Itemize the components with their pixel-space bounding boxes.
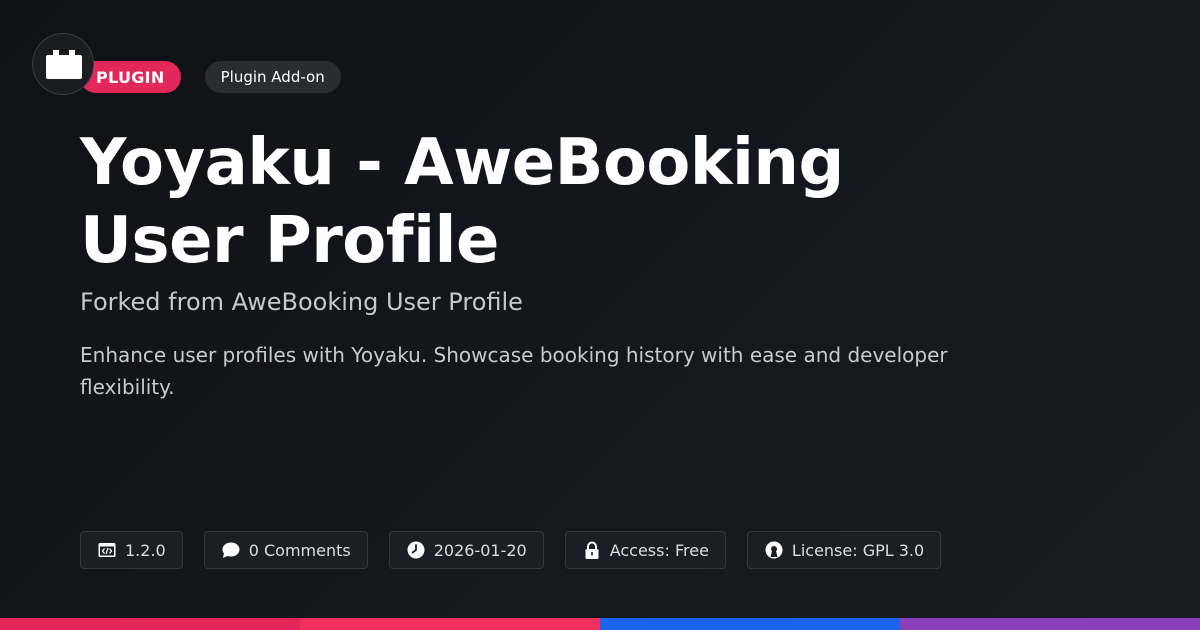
- badge-row: PLUGIN Plugin Add-on: [80, 61, 341, 93]
- accent-bar-segment: [600, 618, 900, 630]
- version-label: 1.2.0: [125, 540, 166, 560]
- accent-bar-segment: [900, 618, 1200, 630]
- access-pill: Access: Free: [564, 531, 726, 569]
- access-label: Access: Free: [609, 540, 709, 560]
- comments-pill[interactable]: 0 Comments: [203, 531, 368, 569]
- accent-bar: [0, 618, 1200, 630]
- date-pill: 2026-01-20: [388, 531, 544, 569]
- code-window-icon: [97, 540, 117, 560]
- open-source-icon: [764, 540, 784, 560]
- type-badge[interactable]: Plugin Add-on: [204, 61, 341, 93]
- clock-icon: [406, 540, 426, 560]
- plugin-block-icon: [46, 50, 82, 79]
- version-pill: 1.2.0: [80, 531, 183, 569]
- page-title: Yoyaku - AweBooking User Profile: [80, 126, 844, 278]
- site-logo[interactable]: [32, 33, 94, 95]
- accent-bar-segment: [300, 618, 600, 630]
- category-badge[interactable]: PLUGIN: [80, 61, 181, 93]
- comments-label: 0 Comments: [248, 540, 351, 560]
- accent-bar-segment: [0, 618, 300, 630]
- license-label: License: GPL 3.0: [791, 540, 925, 560]
- chat-bubble-icon: [221, 540, 241, 560]
- meta-row: 1.2.0 0 Comments 2026-01-20 Access: Free…: [80, 531, 942, 569]
- lock-icon: [582, 540, 602, 560]
- page-subtitle: Forked from AweBooking User Profile: [80, 288, 523, 316]
- license-pill: License: GPL 3.0: [746, 531, 942, 569]
- date-label: 2026-01-20: [433, 540, 527, 560]
- page-description: Enhance user profiles with Yoyaku. Showc…: [80, 343, 948, 399]
